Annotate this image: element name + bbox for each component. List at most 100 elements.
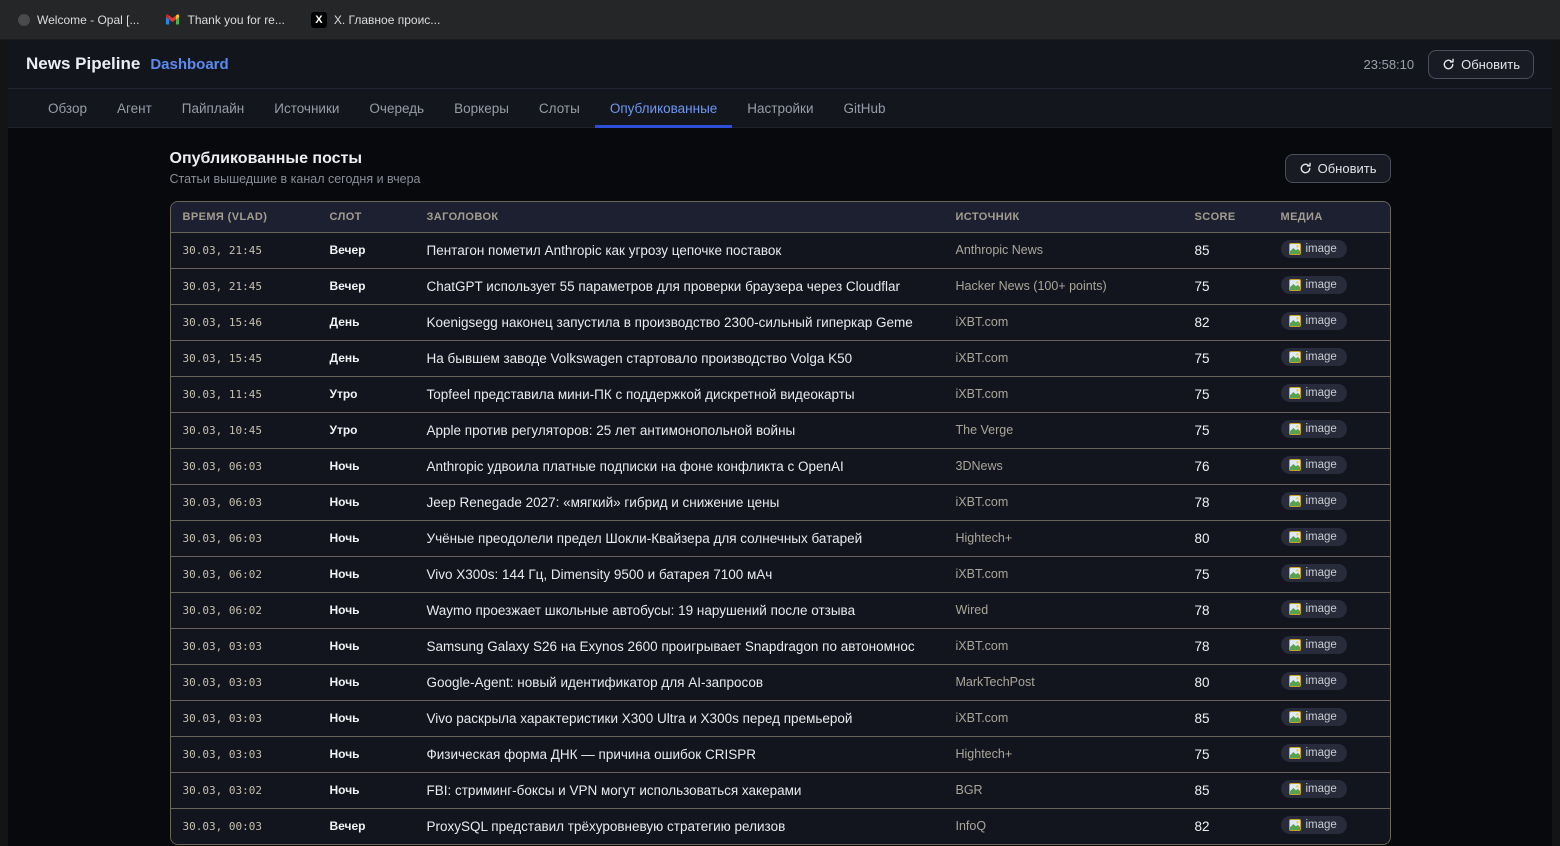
x-logo-icon: X: [311, 12, 327, 28]
page-title: Опубликованные посты: [170, 150, 421, 168]
cell-time: 30.03, 11:45: [171, 376, 318, 412]
cell-time: 30.03, 06:03: [171, 484, 318, 520]
browser-tab-gmail[interactable]: Thank you for re...: [165, 12, 284, 27]
nav-tab[interactable]: Агент: [102, 89, 167, 127]
nav-tab[interactable]: Очередь: [354, 89, 439, 127]
cell-title: ChatGPT использует 55 параметров для про…: [415, 268, 944, 304]
cell-time: 30.03, 00:03: [171, 808, 318, 844]
table-row[interactable]: 30.03, 10:45 Утро Apple против регулятор…: [171, 412, 1390, 448]
column-header: МЕДИА: [1269, 202, 1390, 232]
cell-title: Учёные преодолели предел Шокли-Квайзера …: [415, 520, 944, 556]
cell-media: image: [1269, 664, 1390, 700]
table-row[interactable]: 30.03, 06:03 Ночь Учёные преодолели пред…: [171, 520, 1390, 556]
refresh-icon: [1442, 58, 1455, 71]
column-header: ВРЕМЯ (VLAD): [171, 202, 318, 232]
cell-media: image: [1269, 700, 1390, 736]
cell-score: 82: [1183, 304, 1269, 340]
cell-time: 30.03, 15:46: [171, 304, 318, 340]
header-refresh-button[interactable]: Обновить: [1428, 50, 1534, 79]
cell-slot: Ночь: [318, 448, 415, 484]
cell-slot: Вечер: [318, 808, 415, 844]
refresh-icon: [1299, 162, 1312, 175]
nav-tab[interactable]: Источники: [259, 89, 354, 127]
clock: 23:58:10: [1364, 57, 1415, 72]
table-row[interactable]: 30.03, 15:46 День Koenigsegg наконец зап…: [171, 304, 1390, 340]
media-badge: image: [1281, 384, 1347, 402]
cell-media: image: [1269, 268, 1390, 304]
cell-title: Samsung Galaxy S26 на Exynos 2600 проигр…: [415, 628, 944, 664]
cell-time: 30.03, 15:45: [171, 340, 318, 376]
cell-source: Hightech+: [944, 736, 1183, 772]
cell-title: Apple против регуляторов: 25 лет антимон…: [415, 412, 944, 448]
cell-time: 30.03, 10:45: [171, 412, 318, 448]
cell-source: Anthropic News: [944, 232, 1183, 268]
table-row[interactable]: 30.03, 21:45 Вечер Пентагон пометил Anth…: [171, 232, 1390, 268]
media-badge: image: [1281, 600, 1347, 618]
cell-title: Koenigsegg наконец запустила в производс…: [415, 304, 944, 340]
cell-time: 30.03, 21:45: [171, 268, 318, 304]
cell-time: 30.03, 03:03: [171, 664, 318, 700]
main-area: Опубликованные посты Статьи вышедшие в к…: [8, 128, 1552, 845]
image-icon: [1289, 531, 1301, 543]
image-icon: [1289, 315, 1301, 327]
table-row[interactable]: 30.03, 03:03 Ночь Физическая форма ДНК —…: [171, 736, 1390, 772]
cell-score: 78: [1183, 628, 1269, 664]
browser-tab-label: Thank you for re...: [187, 13, 284, 27]
media-badge: image: [1281, 492, 1347, 510]
cell-slot: Ночь: [318, 772, 415, 808]
column-header: ЗАГОЛОВОК: [415, 202, 944, 232]
cell-score: 75: [1183, 556, 1269, 592]
section-refresh-button[interactable]: Обновить: [1285, 154, 1391, 183]
media-badge: image: [1281, 744, 1347, 762]
table-row[interactable]: 30.03, 03:03 Ночь Google-Agent: новый ид…: [171, 664, 1390, 700]
cell-slot: Ночь: [318, 628, 415, 664]
nav-tab[interactable]: Пайплайн: [167, 89, 259, 127]
cell-score: 75: [1183, 412, 1269, 448]
cell-title: На бывшем заводе Volkswagen стартовало п…: [415, 340, 944, 376]
cell-source: iXBT.com: [944, 340, 1183, 376]
table-row[interactable]: 30.03, 06:03 Ночь Anthropic удвоила плат…: [171, 448, 1390, 484]
cell-time: 30.03, 06:02: [171, 556, 318, 592]
nav-tab[interactable]: Воркеры: [439, 89, 524, 127]
nav-tab[interactable]: Настройки: [732, 89, 828, 127]
cell-time: 30.03, 03:03: [171, 700, 318, 736]
table-row[interactable]: 30.03, 11:45 Утро Topfeel представила ми…: [171, 376, 1390, 412]
media-badge: image: [1281, 708, 1347, 726]
table-row[interactable]: 30.03, 03:03 Ночь Vivo раскрыла характер…: [171, 700, 1390, 736]
cell-media: image: [1269, 520, 1390, 556]
cell-title: Пентагон пометил Anthropic как угрозу це…: [415, 232, 944, 268]
column-header: ИСТОЧНИК: [944, 202, 1183, 232]
cell-source: iXBT.com: [944, 304, 1183, 340]
nav-tab[interactable]: Обзор: [33, 89, 102, 127]
cell-score: 76: [1183, 448, 1269, 484]
table-row[interactable]: 30.03, 15:45 День На бывшем заводе Volks…: [171, 340, 1390, 376]
nav-tab[interactable]: GitHub: [829, 89, 901, 127]
nav-tab[interactable]: Слоты: [524, 89, 595, 127]
cell-time: 30.03, 06:03: [171, 448, 318, 484]
table-row[interactable]: 30.03, 06:03 Ночь Jeep Renegade 2027: «м…: [171, 484, 1390, 520]
cell-slot: Ночь: [318, 484, 415, 520]
dashboard-link[interactable]: Dashboard: [150, 56, 228, 73]
cell-slot: Ночь: [318, 736, 415, 772]
browser-tab-opal[interactable]: Welcome - Opal [...: [18, 13, 139, 27]
cell-media: image: [1269, 412, 1390, 448]
table-row[interactable]: 30.03, 03:03 Ночь Samsung Galaxy S26 на …: [171, 628, 1390, 664]
cell-title: Google-Agent: новый идентификатор для AI…: [415, 664, 944, 700]
table-row[interactable]: 30.03, 06:02 Ночь Waymo проезжает школьн…: [171, 592, 1390, 628]
table-row[interactable]: 30.03, 00:03 Вечер ProxySQL представил т…: [171, 808, 1390, 844]
cell-media: image: [1269, 484, 1390, 520]
table-row[interactable]: 30.03, 06:02 Ночь Vivo X300s: 144 Гц, Di…: [171, 556, 1390, 592]
browser-tab-x[interactable]: X X. Главное проис...: [311, 12, 440, 28]
table-row[interactable]: 30.03, 21:45 Вечер ChatGPT использует 55…: [171, 268, 1390, 304]
cell-score: 82: [1183, 808, 1269, 844]
cell-score: 80: [1183, 520, 1269, 556]
media-badge: image: [1281, 780, 1347, 798]
nav-tab[interactable]: Опубликованные: [595, 89, 732, 127]
image-icon: [1289, 387, 1301, 399]
cell-time: 30.03, 03:03: [171, 628, 318, 664]
cell-media: image: [1269, 592, 1390, 628]
table-row[interactable]: 30.03, 03:02 Ночь FBI: стриминг-боксы и …: [171, 772, 1390, 808]
cell-score: 85: [1183, 700, 1269, 736]
column-header: SCORE: [1183, 202, 1269, 232]
cell-time: 30.03, 06:03: [171, 520, 318, 556]
